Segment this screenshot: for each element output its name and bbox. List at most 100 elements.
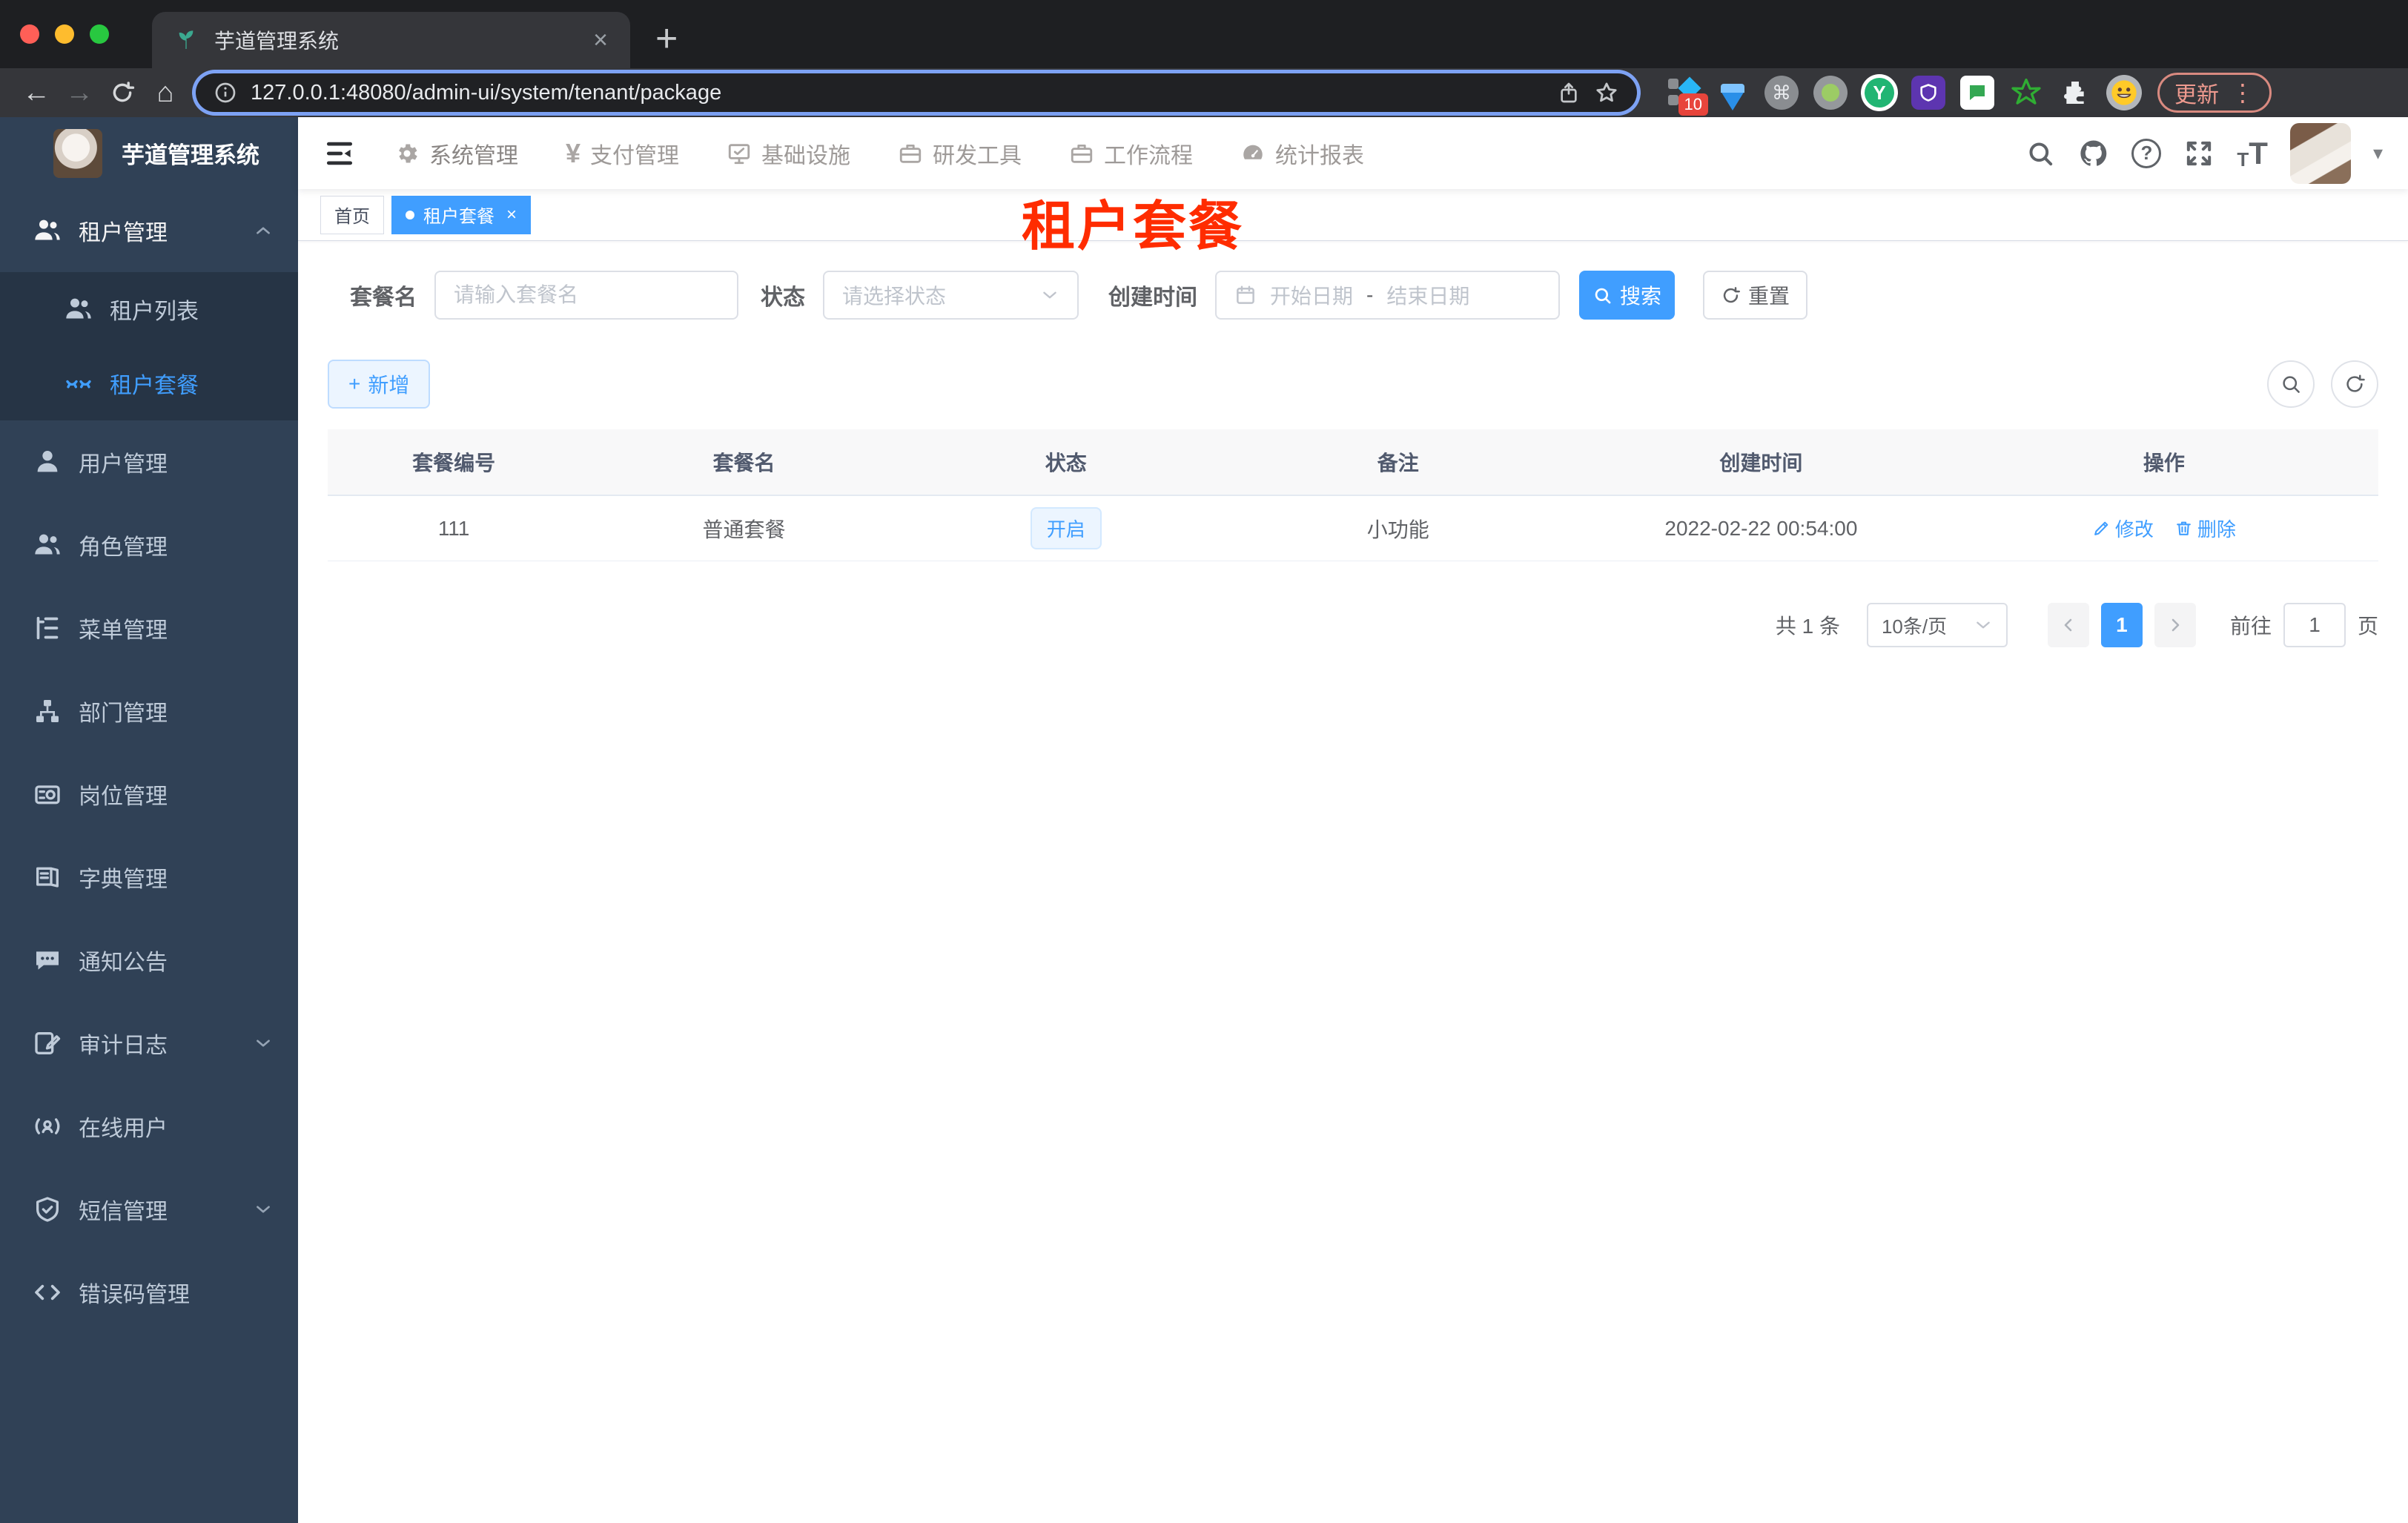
- tag-home[interactable]: 首页: [320, 195, 384, 234]
- prev-page-button[interactable]: [2047, 603, 2089, 647]
- edit-link[interactable]: 修改: [2092, 515, 2154, 542]
- next-page-button[interactable]: [2154, 603, 2196, 647]
- bookmark-star-icon[interactable]: [1594, 80, 1619, 105]
- table-header-row: 套餐编号 套餐名 状态 备注 创建时间 操作: [328, 429, 2378, 496]
- plus-icon: +: [348, 372, 361, 395]
- browser-menu-icon[interactable]: ⋮: [2231, 79, 2255, 107]
- add-label: 新增: [368, 374, 410, 397]
- share-icon[interactable]: [1557, 81, 1581, 105]
- sidebar-item-user-management[interactable]: 用户管理: [0, 420, 298, 503]
- tag-tenant-package[interactable]: 租户套餐 ×: [391, 195, 532, 234]
- shield-check-icon: [36, 1197, 59, 1222]
- browser-tab[interactable]: 芋道管理系统 ×: [152, 12, 630, 68]
- sidebar-item-dict-management[interactable]: 字典管理: [0, 836, 298, 919]
- sidebar-item-tenant-list[interactable]: 租户列表: [0, 272, 298, 346]
- help-icon[interactable]: ?: [2131, 138, 2162, 168]
- y-extension-icon[interactable]: Y: [1859, 73, 1899, 113]
- nav-label: 工作流程: [1104, 143, 1194, 168]
- forward-icon[interactable]: →: [58, 72, 101, 113]
- url-text[interactable]: 127.0.0.1:48080/admin-ui/system/tenant/p…: [251, 81, 1544, 105]
- chrome-update-button[interactable]: 更新 ⋮: [2157, 73, 2272, 113]
- tab-manager-extension-icon[interactable]: 10: [1664, 73, 1708, 116]
- sidebar-item-online-users[interactable]: 在线用户: [0, 1085, 298, 1168]
- nav-item-reports[interactable]: 统计报表: [1240, 137, 1364, 170]
- search-icon[interactable]: [2025, 138, 2056, 169]
- chevron-left-icon: [2064, 618, 2072, 632]
- nav-item-workflow[interactable]: 工作流程: [1069, 137, 1193, 170]
- fullscreen-icon[interactable]: [2183, 138, 2214, 169]
- search-label: 搜索: [1620, 285, 1662, 308]
- nav-item-payment[interactable]: ¥ 支付管理: [566, 137, 679, 170]
- tab-close-icon[interactable]: ×: [593, 27, 608, 53]
- window-minimize-button[interactable]: [55, 24, 74, 44]
- y-glyph: Y: [1865, 78, 1894, 108]
- command-extension-icon[interactable]: ⌘: [1762, 73, 1802, 113]
- sidebar-logo[interactable]: 芋道管理系统: [0, 117, 298, 189]
- home-icon[interactable]: ⌂: [144, 72, 187, 113]
- sidebar-item-notice[interactable]: 通知公告: [0, 919, 298, 1002]
- back-icon[interactable]: ←: [15, 72, 58, 113]
- new-tab-button[interactable]: +: [655, 13, 678, 64]
- tag-label: 租户套餐: [423, 207, 494, 227]
- user-avatar[interactable]: [2289, 122, 2351, 184]
- search-button[interactable]: 搜索: [1579, 271, 1676, 320]
- caret-down-icon[interactable]: ▾: [2373, 142, 2383, 165]
- nav-item-dev-tools[interactable]: 研发工具: [898, 137, 1022, 170]
- sidebar-collapse-icon[interactable]: [323, 137, 356, 170]
- recorder-extension-icon[interactable]: [1810, 73, 1850, 113]
- nav-label: 支付管理: [590, 143, 680, 168]
- gem-extension-icon[interactable]: [1713, 73, 1753, 113]
- refresh-table-button[interactable]: [2331, 360, 2378, 408]
- nav-item-infrastructure[interactable]: 基础设施: [727, 137, 850, 170]
- sidebar-item-error-code[interactable]: 错误码管理: [0, 1251, 298, 1334]
- window-close-button[interactable]: [20, 24, 39, 44]
- tag-close-icon[interactable]: ×: [506, 205, 517, 225]
- shield-extension-icon[interactable]: [1908, 73, 1948, 113]
- profile-smiley-icon[interactable]: [2104, 73, 2144, 113]
- users-icon: [66, 298, 91, 319]
- nav-item-system[interactable]: 系统管理: [394, 137, 518, 170]
- github-icon[interactable]: [2078, 138, 2109, 169]
- sidebar-item-audit-log[interactable]: 审计日志: [0, 1002, 298, 1085]
- sidebar-item-tenant-package[interactable]: 租户套餐: [0, 346, 298, 420]
- date-range-picker[interactable]: 开始日期 - 结束日期: [1215, 271, 1560, 320]
- sidebar-menu: 租户管理 租户列表 租户套餐 用户管理 角色管理 菜单管理 部门管理 岗位管理 …: [0, 189, 298, 1334]
- page-size-select[interactable]: 10条/页: [1866, 603, 2008, 647]
- chevron-up-icon: [257, 227, 270, 234]
- nav-label: 研发工具: [933, 143, 1022, 168]
- app-header: 系统管理 ¥ 支付管理 基础设施 研发工具 工作流程 统计报表 ? T T ▾: [298, 117, 2408, 189]
- header-right-tools: ? TT ▾: [2025, 122, 2383, 184]
- status-select[interactable]: 请选择状态: [823, 271, 1079, 320]
- star-extension-icon[interactable]: [2006, 73, 2046, 113]
- show-search-toggle-button[interactable]: [2267, 360, 2315, 408]
- yen-icon: ¥: [566, 137, 581, 168]
- sidebar-item-tenant-management[interactable]: 租户管理: [0, 189, 298, 272]
- start-date-placeholder[interactable]: 开始日期: [1270, 280, 1353, 310]
- add-button[interactable]: + 新增: [328, 360, 431, 409]
- page-number-button[interactable]: 1: [2100, 603, 2143, 647]
- sidebar-item-sms-management[interactable]: 短信管理: [0, 1168, 298, 1251]
- site-info-icon[interactable]: [214, 81, 237, 105]
- sidebar-item-role-management[interactable]: 角色管理: [0, 503, 298, 587]
- delete-link[interactable]: 删除: [2174, 515, 2236, 542]
- goto-page-input[interactable]: [2283, 603, 2346, 647]
- tags-view-bar: 首页 租户套餐 ×: [298, 189, 2408, 241]
- puzzle-extensions-menu-icon[interactable]: [2055, 73, 2095, 113]
- sidebar-item-department-management[interactable]: 部门管理: [0, 670, 298, 753]
- chat-extension-icon[interactable]: [1957, 73, 1997, 113]
- font-size-icon[interactable]: TT: [2237, 137, 2268, 169]
- sidebar-item-menu-management[interactable]: 菜单管理: [0, 587, 298, 670]
- end-date-placeholder[interactable]: 结束日期: [1386, 280, 1469, 310]
- packages-table: 套餐编号 套餐名 状态 备注 创建时间 操作 111 普通套餐 开启 小功能 2…: [328, 429, 2378, 561]
- reset-label: 重置: [1748, 285, 1790, 308]
- url-bar[interactable]: 127.0.0.1:48080/admin-ui/system/tenant/p…: [196, 73, 1637, 112]
- refresh-icon: [1723, 286, 1741, 303]
- window-zoom-button[interactable]: [90, 24, 109, 44]
- package-name-input[interactable]: [434, 271, 738, 320]
- table-row: 111 普通套餐 开启 小功能 2022-02-22 00:54:00 修改 删…: [328, 496, 2378, 561]
- page-unit-label: 页: [2357, 615, 2378, 638]
- reload-icon[interactable]: [101, 72, 144, 113]
- reset-button[interactable]: 重置: [1703, 271, 1808, 320]
- sidebar-item-post-management[interactable]: 岗位管理: [0, 753, 298, 836]
- online-user-icon: [35, 1118, 60, 1134]
